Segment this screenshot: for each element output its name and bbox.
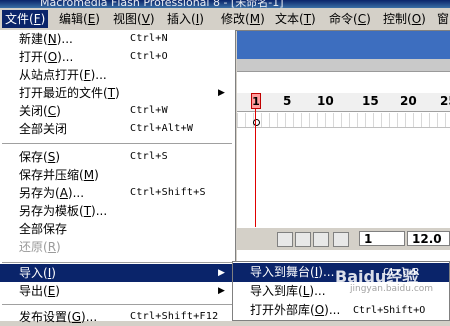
shortcut: Ctrl+Shift+O: [353, 305, 426, 316]
menu-view[interactable]: 视图(V): [110, 10, 158, 28]
ruler-label: 5: [283, 94, 292, 108]
shortcut: Ctrl+O: [130, 51, 168, 62]
menu-insert[interactable]: 插入(I): [164, 10, 207, 28]
menu-commands[interactable]: 命令(C): [326, 10, 374, 28]
timeline-status-bar: 1 12.0 fps: [237, 227, 450, 251]
shortcut: Ctrl+S: [130, 151, 168, 162]
menu-item-save-as[interactable]: 另存为(A)... Ctrl+Shift+S: [0, 184, 235, 202]
menu-modify[interactable]: 修改(M): [218, 10, 268, 28]
menu-item-save-all[interactable]: 全部保存: [0, 220, 235, 238]
onion-skin-icon[interactable]: [277, 232, 293, 247]
menu-item-publish-settings[interactable]: 发布设置(G)... Ctrl+Shift+F12: [0, 308, 235, 326]
playhead-label: 1: [251, 93, 261, 109]
edit-multiple-frames-icon[interactable]: [313, 232, 329, 247]
menu-item-close[interactable]: 关闭(C) Ctrl+W: [0, 102, 235, 120]
menu-item-new[interactable]: 新建(N)... Ctrl+N: [0, 30, 235, 48]
menu-item-open-from-site[interactable]: 从站点打开(F)...: [0, 66, 235, 84]
shortcut: Ctrl+Shift+S: [130, 187, 206, 198]
ruler-label: 15: [362, 94, 379, 108]
watermark-url: jingyan.baidu.com: [350, 284, 434, 294]
menu-item-open-external-library[interactable]: 打开外部库(O)... Ctrl+Shift+O: [233, 301, 449, 320]
onion-outline-icon[interactable]: [295, 232, 311, 247]
menu-text[interactable]: 文本(T): [272, 10, 319, 28]
shortcut: Ctrl+Shift+F12: [130, 311, 219, 322]
submenu-arrow-icon: ▶: [218, 286, 225, 296]
menu-item-export[interactable]: 导出(E) ▶: [0, 282, 235, 300]
menu-item-save[interactable]: 保存(S) Ctrl+S: [0, 148, 235, 166]
menu-file[interactable]: 文件(F): [2, 10, 49, 28]
menu-window[interactable]: 窗: [434, 10, 450, 28]
submenu-arrow-icon: ▶: [218, 88, 225, 98]
shortcut: Ctrl+Alt+W: [130, 123, 194, 134]
current-frame-field[interactable]: 1: [359, 231, 405, 246]
submenu-arrow-icon: ▶: [218, 268, 225, 278]
menu-item-open-recent[interactable]: 打开最近的文件(T) ▶: [0, 84, 235, 102]
menu-item-open[interactable]: 打开(O)... Ctrl+O: [0, 48, 235, 66]
menu-edit[interactable]: 编辑(E): [56, 10, 103, 28]
frame-rate-field[interactable]: 12.0 fps: [407, 231, 450, 246]
menu-item-import[interactable]: 导入(I) ▶: [0, 264, 235, 282]
toolbar-strip: [237, 59, 450, 72]
menu-item-revert: 还原(R): [19, 240, 61, 254]
timeline-ruler[interactable]: 5 10 15 20 25: [237, 93, 450, 112]
layer-frames-row[interactable]: [237, 113, 450, 128]
title-bar: Macromedia Flash Professional 8 - [未命名-1…: [0, 0, 450, 9]
shortcut: Ctrl+N: [130, 33, 168, 44]
menu-control[interactable]: 控制(O): [380, 10, 429, 28]
menu-separator: [2, 143, 232, 144]
shortcut: Ctrl+W: [130, 105, 168, 116]
ruler-label: 20: [400, 94, 417, 108]
ruler-label: 10: [317, 94, 334, 108]
ruler-label: 25: [440, 94, 450, 108]
menu-item-save-and-compact[interactable]: 保存并压缩(M): [0, 166, 235, 184]
onion-markers-icon[interactable]: [333, 232, 349, 247]
menu-item-save-as-template[interactable]: 另存为模板(T)...: [0, 202, 235, 220]
document-tab-bar: [237, 31, 450, 59]
menu-separator: [2, 304, 232, 305]
menu-bar: 文件(F) 编辑(E) 视图(V) 插入(I) 修改(M) 文本(T) 命令(C…: [0, 8, 450, 31]
file-menu-dropdown: 新建(N)... Ctrl+N 打开(O)... Ctrl+O 从站点打开(F)…: [0, 30, 236, 324]
menu-item-close-all[interactable]: 全部关闭 Ctrl+Alt+W: [0, 120, 235, 138]
menu-separator: [2, 262, 232, 263]
